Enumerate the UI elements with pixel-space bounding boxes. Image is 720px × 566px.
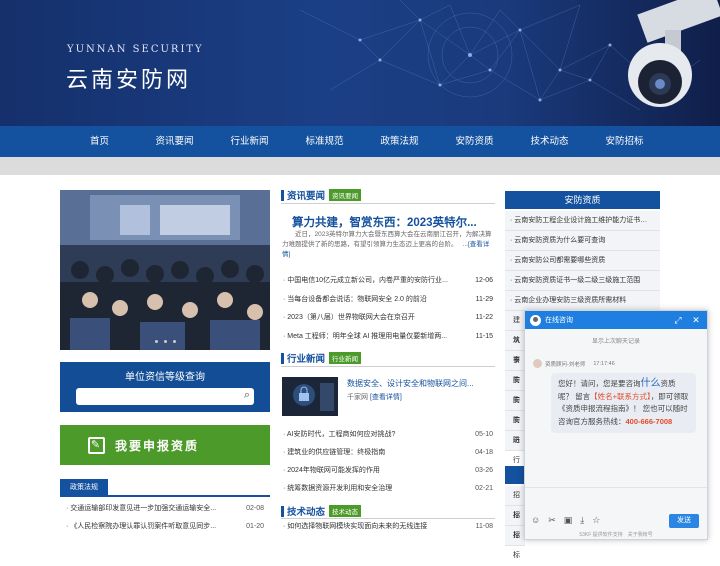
apply-qualification-button[interactable]: ✎ 我要申报资质 <box>60 425 270 465</box>
list-item[interactable]: 安防 <box>505 371 525 404</box>
send-button[interactable]: 发送 <box>669 514 699 528</box>
list-item[interactable]: 招标 <box>505 506 525 539</box>
tab-policy[interactable]: 政策法规 <box>60 479 108 497</box>
industry-section-header: 行业新闻 行业新闻 <box>281 351 362 365</box>
headline-link[interactable]: 算力共建，智赏东西：2023英特尔... <box>292 214 477 230</box>
list-item[interactable]: · 中国电信10亿元成立新公司，内卷严重的安防行业... 12-06 <box>281 272 495 291</box>
qualification-search-title: 单位资信等级查询 <box>125 372 205 383</box>
list-item[interactable]: 招标 <box>505 526 525 559</box>
list-item[interactable]: 建筑 <box>505 311 525 344</box>
search-icon[interactable]: ⌕ <box>244 389 250 402</box>
headline-summary: 近日，2023英特尔算力大会暨东西算大会在云南丽江召开，为解决算力难题提供了新的… <box>282 231 492 258</box>
list-item[interactable]: 安防 <box>505 391 525 424</box>
agent-name: 资质顾问-刘老师 <box>545 361 586 368</box>
security-camera-icon <box>628 0 720 107</box>
list-item[interactable]: 进行 <box>505 431 525 464</box>
list-item[interactable]: · 《人民检察院办理认罪认罚案件听取意见同步... 01-20 <box>60 518 270 536</box>
sidebar-title[interactable]: 安防资质 <box>505 191 660 209</box>
read-more-link[interactable]: [查看详情] <box>370 394 402 401</box>
nav-industry[interactable]: 行业新闻 <box>212 126 287 157</box>
industry-list: · AI安防时代，工程商如何应对挑战? 05-10 · 建筑业的供应链管理：终极指… <box>281 426 495 498</box>
logo-english: YUNNAN SECURITY <box>67 44 204 55</box>
conference-photo <box>60 190 270 350</box>
nav-policy[interactable]: 政策法规 <box>362 126 437 157</box>
section-tag: 资讯要闻 <box>329 189 362 201</box>
tech-section-header: 技术动态 技术动态 <box>281 504 362 518</box>
nav-tender[interactable]: 安防招标 <box>587 126 662 157</box>
section-tag: 行业新闻 <box>329 352 362 364</box>
message-time: 17:17:46 <box>593 360 615 367</box>
avatar <box>533 359 542 368</box>
edit-icon: ✎ <box>88 436 105 454</box>
main-nav: 首页 资讯要闻 行业新闻 标准规范 政策法规 安防资质 技术动态 安防招标 <box>0 126 720 157</box>
industry-feature-title[interactable]: 数据安全、设计安全和物联网之间... <box>347 378 474 389</box>
list-item[interactable]: · 如何选择物联网模块实现面向未来的无线连接 11-08 <box>281 518 495 536</box>
list-item[interactable]: · 交通运输部印发意见进一步加强交通运输安全... 02-08 <box>60 500 270 518</box>
close-icon[interactable]: ✕ <box>690 315 702 326</box>
section-title[interactable]: 资讯要闻 <box>287 188 325 202</box>
list-item[interactable]: · 云南安防资质为什么要可查询 <box>505 231 660 251</box>
section-title[interactable]: 技术动态 <box>287 504 325 518</box>
section-title[interactable]: 行业新闻 <box>287 351 325 365</box>
industry-thumbnail[interactable] <box>282 377 338 416</box>
emoji-icon[interactable]: ☺ <box>531 515 540 526</box>
scissors-icon[interactable]: ✂ <box>548 515 556 526</box>
expand-icon[interactable]: ⤢ <box>672 315 684 326</box>
list-item[interactable]: · 2024年物联网可能发挥的作用 03-26 <box>281 462 495 480</box>
qualification-search-input[interactable]: ⌕ <box>76 388 254 405</box>
nav-standards[interactable]: 标准规范 <box>287 126 362 157</box>
list-item[interactable]: 从事 <box>505 331 525 364</box>
image-slider[interactable] <box>60 190 270 350</box>
data-security-image <box>282 377 338 416</box>
list-item[interactable]: · AI安防时代，工程商如何应对挑战? 05-10 <box>281 426 495 444</box>
folder-icon[interactable]: ▣ <box>564 515 573 526</box>
list-item[interactable]: · 云南安防工程企业设计施工维护能力证书三... <box>505 211 660 231</box>
apply-label: 我要申报资质 <box>115 438 200 453</box>
list-item[interactable]: 招标 <box>505 486 525 519</box>
list-item[interactable]: · 当每台设备都会说话：物联网安全 2.0 的前沿 11-29 <box>281 291 495 310</box>
chat-header: 在线咨询 ⤢ ✕ <box>525 311 707 329</box>
sub-bar <box>0 157 720 175</box>
site-logo[interactable]: 云南安防网 <box>66 62 191 94</box>
qualification-search-box: 单位资信等级查询 ⌕ <box>60 362 270 412</box>
chat-widget: 在线咨询 ⤢ ✕ 显示上次聊天记录 资质顾问-刘老师 17:17:46 您好！请… <box>524 310 708 540</box>
list-item[interactable]: · 云南安防公司都需要哪些资质 <box>505 251 660 271</box>
list-item[interactable]: · Meta 工程师：明年全球 AI 推理用电量仅要新增两... 11-15 <box>281 328 495 347</box>
list-item[interactable]: · 统筹数据资源开发利用和安全治理 02-21 <box>281 480 495 498</box>
sidebar-list: · 云南安防工程企业设计施工维护能力证书三... · 云南安防资质为什么要可查询… <box>505 211 660 311</box>
list-item[interactable]: · 2023（第八届）世界物联网大会在京召开 11-22 <box>281 309 495 328</box>
chat-footer: 53KF 提供软件支持 关于我帐号 <box>579 532 653 538</box>
nav-news[interactable]: 资讯要闻 <box>137 126 212 157</box>
list-item[interactable]: · 云南企业办理安防三级资质所需材料 <box>505 291 660 311</box>
list-item[interactable]: · 云南安防资质证书一级二级三级施工范围 <box>505 271 660 291</box>
chat-message: 资质顾问-刘老师 17:17:46 您好！请问，您是要咨询什么资质呢？ 留言【姓… <box>533 359 703 433</box>
chat-toolbar: ☺ ✂ ▣ ⤓ ☆ <box>531 515 608 526</box>
industry-feature-source: 千家网 [查看详情] <box>347 394 402 401</box>
news-section-header: 资讯要闻 资讯要闻 <box>281 188 362 202</box>
list-item[interactable]: 安防 <box>505 351 525 384</box>
sidebar-list-partial-2: 招标 招标 招标 <box>505 486 525 559</box>
show-history-link[interactable]: 显示上次聊天记录 <box>525 336 707 345</box>
slider-dots[interactable] <box>60 336 270 345</box>
tech-list: · 如何选择物联网模块实现面向未来的无线连接 11-08 <box>281 518 495 536</box>
policy-list: · 交通运输部印发意见进一步加强交通运输安全... 02-08 · 《人民检察院办… <box>60 500 270 536</box>
star-icon[interactable]: ☆ <box>592 515 600 526</box>
nav-tech[interactable]: 技术动态 <box>512 126 587 157</box>
download-icon[interactable]: ⤓ <box>580 515 584 526</box>
agent-avatar <box>530 314 541 326</box>
section-tag: 技术动态 <box>329 505 362 517</box>
sidebar-list-partial: 建筑 从事 安防 安防 安防 安防 进行 <box>505 311 525 464</box>
list-item[interactable]: 安防 <box>505 411 525 444</box>
nav-qualification[interactable]: 安防资质 <box>437 126 512 157</box>
phone-number[interactable]: 400-666-7008 <box>626 417 673 426</box>
nav-home[interactable]: 首页 <box>62 126 137 157</box>
message-bubble: 您好！请问，您是要咨询什么资质呢？ 留言【姓名+联系方式】，即可领取《资质申报流… <box>551 373 696 433</box>
list-item[interactable]: · 建筑业的供应链管理：终极指南 04-18 <box>281 444 495 462</box>
news-list: · 中国电信10亿元成立新公司，内卷严重的安防行业... 12-06 · 当每台设… <box>281 272 495 346</box>
chat-title: 在线咨询 <box>545 317 573 324</box>
policy-tabs: 政策法规 <box>60 479 270 497</box>
header-banner: YUNNAN SECURITY 云南安防网 <box>0 0 720 126</box>
